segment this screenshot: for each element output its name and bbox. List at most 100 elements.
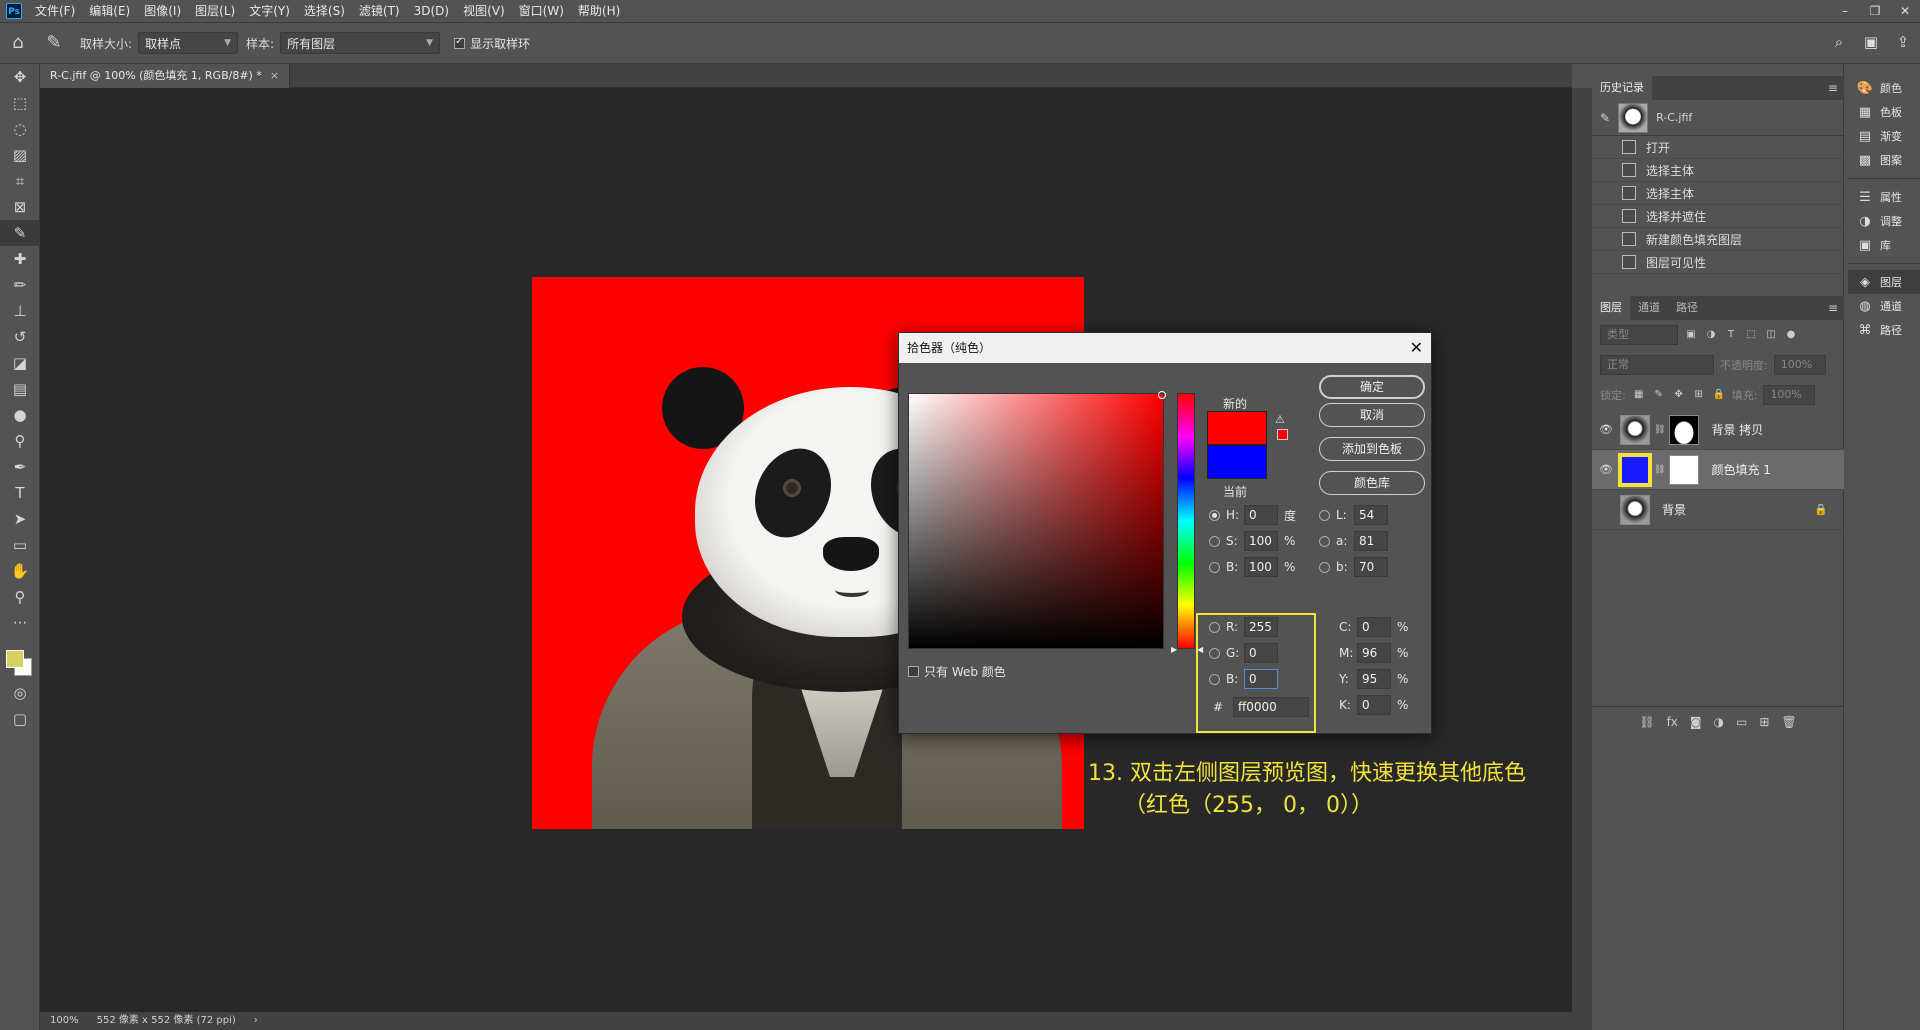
menu-help[interactable]: 帮助(H) (571, 0, 627, 22)
layer-name[interactable]: 颜色填充 1 (1711, 461, 1770, 478)
ok-button[interactable]: 确定 (1319, 375, 1425, 399)
lock-icon[interactable]: 🔒 (1814, 503, 1828, 516)
checkbox-checked-icon[interactable] (454, 36, 466, 49)
blur-tool-icon[interactable]: ● (0, 402, 40, 428)
dock-swatches[interactable]: ▦ 色板 (1848, 100, 1920, 124)
menu-image[interactable]: 图像(I) (137, 0, 188, 22)
magenta-input[interactable]: 96 (1357, 643, 1391, 663)
menu-view[interactable]: 视图(V) (456, 0, 512, 22)
history-item[interactable]: 选择并遮住 (1592, 205, 1844, 228)
hue-input[interactable]: 0 (1244, 505, 1278, 525)
zoom-level[interactable]: 100% (50, 1012, 79, 1030)
layer-thumbnail[interactable] (1620, 414, 1650, 445)
document-tab[interactable]: R-C.jfif @ 100% (颜色填充 1, RGB/8#) * × (40, 64, 291, 88)
saturation-input[interactable]: 100 (1244, 531, 1278, 551)
saturation-radio[interactable] (1209, 535, 1220, 547)
history-state-checkbox[interactable] (1600, 165, 1610, 175)
healing-brush-tool-icon[interactable]: ✚ (0, 246, 40, 272)
dodge-tool-icon[interactable]: ⚲ (0, 428, 40, 454)
layer-row[interactable]: 👁 ⛓ 颜色填充 1 (1592, 450, 1844, 490)
brightness-radio[interactable] (1209, 561, 1220, 573)
delete-layer-icon[interactable]: 🗑 (1781, 715, 1796, 729)
lock-artboard-icon[interactable]: ⊞ (1692, 388, 1706, 402)
restore-icon[interactable]: ❐ (1860, 0, 1890, 22)
object-select-tool-icon[interactable]: ▨ (0, 142, 40, 168)
cancel-button[interactable]: 取消 (1319, 403, 1425, 427)
lab-l-radio[interactable] (1319, 509, 1330, 521)
marquee-tool-icon[interactable]: ⬚ (0, 90, 40, 116)
close-tab-icon[interactable]: × (270, 69, 279, 82)
cyan-input[interactable]: 0 (1357, 617, 1391, 637)
history-state-checkbox[interactable] (1600, 142, 1610, 152)
filter-shape-icon[interactable]: ⬚ (1744, 328, 1758, 342)
stamp-tool-icon[interactable]: ⊥ (0, 298, 40, 324)
fill-input[interactable]: 100% (1763, 385, 1816, 405)
sample-select[interactable]: 所有图层 ▼ (280, 32, 441, 54)
tab-layers[interactable]: 图层 (1592, 296, 1630, 320)
gradient-tool-icon[interactable]: ▤ (0, 376, 40, 402)
screen-mode-icon[interactable]: ▢ (0, 706, 40, 732)
eyedropper-tool-icon[interactable]: ✎ (0, 220, 40, 246)
new-adjustment-icon[interactable]: ◑ (1714, 715, 1724, 729)
history-item[interactable]: 打开 (1592, 136, 1844, 159)
filter-pixel-icon[interactable]: ▣ (1684, 328, 1698, 342)
brightness-input[interactable]: 100 (1244, 557, 1278, 577)
hue-slider-left-arrow-icon[interactable]: ▶ (1171, 645, 1177, 654)
visibility-eye-icon[interactable]: 👁 (1592, 423, 1620, 436)
menu-edit[interactable]: 编辑(E) (82, 0, 137, 22)
dock-libraries[interactable]: ▣ 库 (1848, 233, 1920, 257)
current-color-swatch[interactable] (1207, 445, 1267, 479)
more-tools-icon[interactable]: ··· (0, 610, 40, 636)
link-layers-icon[interactable]: ⛓ (1639, 715, 1654, 729)
hue-slider[interactable] (1177, 393, 1195, 649)
yellow-input[interactable]: 95 (1357, 669, 1391, 689)
show-sampling-ring-checkbox[interactable]: 显示取样环 (454, 35, 530, 52)
tab-channels[interactable]: 通道 (1630, 296, 1668, 320)
lab-a-radio[interactable] (1319, 535, 1330, 547)
workspace-icon[interactable]: ▣ (1860, 31, 1882, 53)
filter-type-icon[interactable]: T (1724, 328, 1738, 342)
history-snapshot[interactable]: ✎ R-C.jfif (1592, 100, 1844, 136)
history-state-checkbox[interactable] (1600, 234, 1610, 244)
type-tool-icon[interactable]: T (0, 480, 40, 506)
layer-thumbnail[interactable] (1620, 494, 1650, 525)
hand-tool-icon[interactable]: ✋ (0, 558, 40, 584)
lab-a-input[interactable]: 81 (1354, 531, 1388, 551)
close-window-icon[interactable]: ✕ (1890, 0, 1920, 22)
menu-select[interactable]: 选择(S) (297, 0, 352, 22)
menu-file[interactable]: 文件(F) (28, 0, 82, 22)
tab-history[interactable]: 历史记录 (1592, 76, 1652, 100)
history-item[interactable]: 新建颜色填充图层 (1592, 228, 1844, 251)
menu-filter[interactable]: 滤镜(T) (352, 0, 407, 22)
layer-name[interactable]: 背景 拷贝 (1711, 421, 1763, 438)
foreground-color-swatch[interactable] (6, 650, 24, 668)
black-input[interactable]: 0 (1357, 695, 1391, 715)
quick-mask-icon[interactable]: ◎ (0, 680, 40, 706)
opacity-input[interactable]: 100% (1773, 355, 1826, 375)
share-icon[interactable]: ⇪ (1892, 31, 1914, 53)
add-mask-icon[interactable]: ◙ (1690, 715, 1702, 729)
layer-row[interactable]: 👁 ⛓ 背景 拷贝 (1592, 410, 1844, 450)
lab-l-input[interactable]: 54 (1354, 505, 1388, 525)
brush-tool-icon[interactable]: ✏ (0, 272, 40, 298)
panel-menu-icon[interactable]: ≡ (1828, 76, 1838, 100)
tab-paths[interactable]: 路径 (1668, 296, 1706, 320)
layer-mask-thumbnail[interactable] (1669, 414, 1700, 445)
dock-paths[interactable]: ⌘ 路径 (1848, 318, 1920, 342)
add-to-swatches-button[interactable]: 添加到色板 (1319, 437, 1425, 461)
layer-row[interactable]: 背景 🔒 (1592, 490, 1844, 530)
layer-name[interactable]: 背景 (1662, 501, 1686, 518)
move-tool-icon[interactable]: ✥ (0, 64, 40, 90)
history-item[interactable]: 选择主体 (1592, 159, 1844, 182)
search-icon[interactable]: ⌕ (1828, 31, 1850, 53)
gamut-correction-chip[interactable] (1277, 429, 1288, 440)
status-chevron-icon[interactable]: › (254, 1012, 258, 1030)
lab-b-radio[interactable] (1319, 561, 1330, 573)
history-brush-tool-icon[interactable]: ↺ (0, 324, 40, 350)
rectangle-tool-icon[interactable]: ▭ (0, 532, 40, 558)
filter-toggle-icon[interactable]: ● (1784, 328, 1798, 342)
filter-smart-object-icon[interactable]: ◫ (1764, 328, 1778, 342)
lock-image-icon[interactable]: ✎ (1652, 388, 1666, 402)
blend-mode-select[interactable]: 正常 (1600, 355, 1714, 375)
dock-properties[interactable]: ☰ 属性 (1848, 185, 1920, 209)
